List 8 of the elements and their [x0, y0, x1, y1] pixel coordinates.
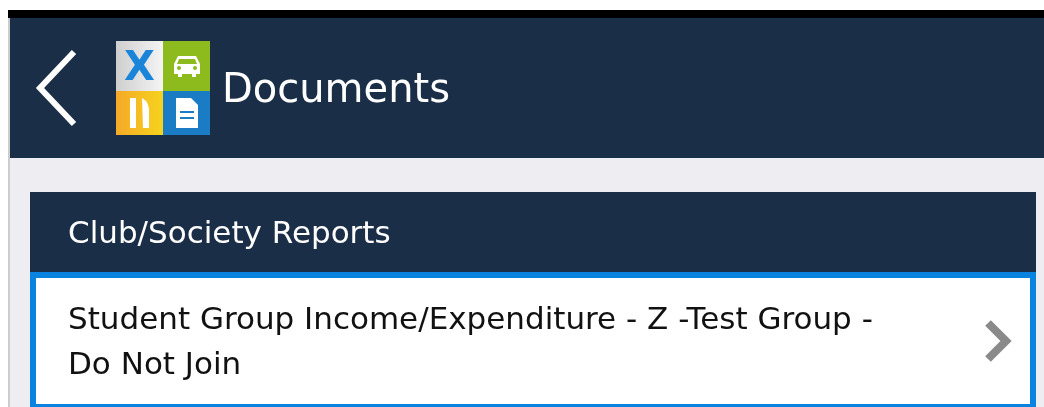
car-icon — [171, 54, 202, 78]
chevron-right-icon — [982, 318, 1012, 363]
document-icon — [173, 96, 200, 130]
fork-knife-icon — [127, 96, 152, 130]
document-list-item[interactable]: Student Group Income/Expenditure - Z -Test Group - Do Not Join — [30, 272, 1036, 407]
logo-letter: X — [124, 46, 155, 86]
section-title: Club/Society Reports — [68, 214, 391, 250]
page-title: Documents — [222, 65, 451, 111]
